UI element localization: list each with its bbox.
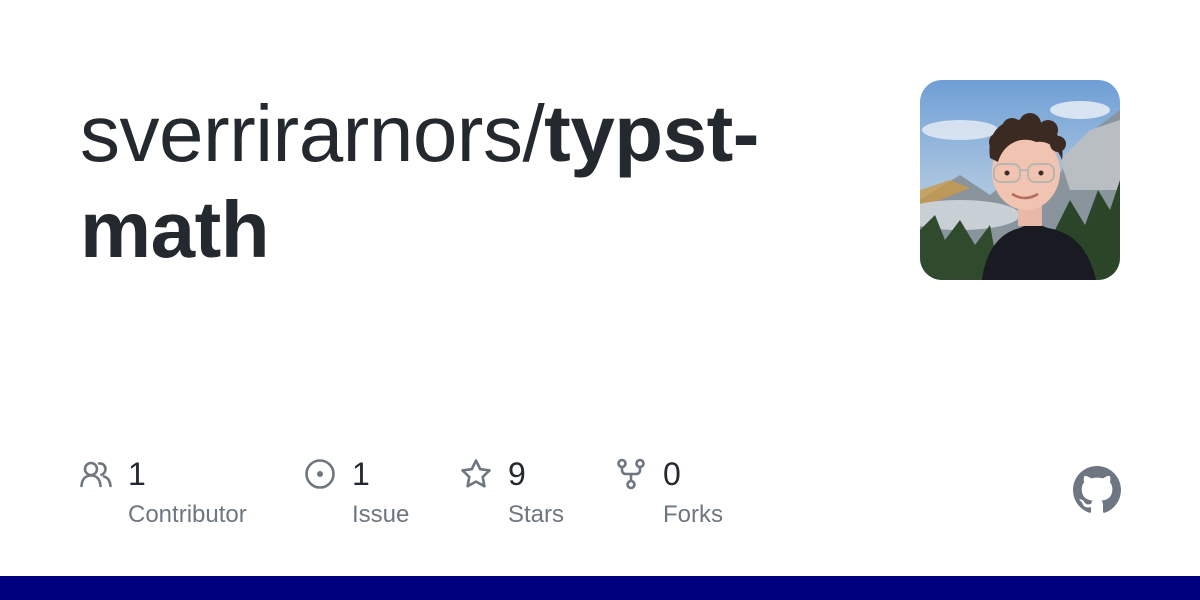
repo-social-card: sverrirarnors/typst-math 1 Contributor 1… (0, 0, 1200, 600)
repo-owner: sverrirarnors/ (80, 89, 545, 178)
people-icon (80, 461, 112, 488)
forks-count: 0 (663, 456, 681, 492)
issues-count: 1 (352, 456, 370, 492)
owner-avatar (920, 80, 1120, 280)
github-logo-icon[interactable] (1073, 466, 1121, 514)
forks-label: Forks (663, 501, 723, 528)
contributors-label: Contributor (128, 501, 247, 528)
star-icon (461, 459, 491, 488)
issues-label: Issue (352, 501, 410, 528)
stars-label: Stars (508, 501, 565, 528)
repo-title: sverrirarnors/typst-math (80, 86, 870, 278)
stars-count: 9 (508, 456, 526, 492)
language-bar (0, 576, 1200, 600)
contributors-count: 1 (128, 456, 146, 492)
issue-opened-icon (305, 459, 335, 489)
repo-forked-icon (617, 458, 645, 490)
